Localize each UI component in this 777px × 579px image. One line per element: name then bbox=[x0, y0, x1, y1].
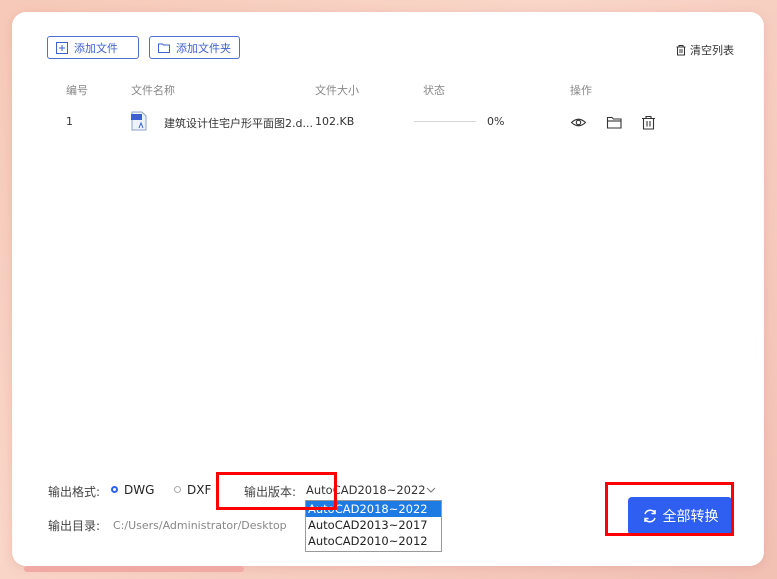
add-folder-button[interactable]: 添加文件夹 bbox=[149, 36, 240, 59]
output-dir-label: 输出目录: bbox=[48, 519, 101, 533]
radio-dxf-label[interactable]: DXF bbox=[187, 483, 211, 497]
folder-icon[interactable] bbox=[606, 114, 623, 131]
header-file-size: 文件大小 bbox=[315, 84, 359, 97]
plus-square-icon bbox=[56, 41, 68, 54]
highlight-box-version bbox=[216, 472, 337, 510]
version-option[interactable]: AutoCAD2013~2017 bbox=[306, 517, 441, 533]
trash-icon bbox=[676, 45, 686, 56]
header-status: 状态 bbox=[423, 84, 445, 97]
radio-dwg[interactable] bbox=[111, 486, 118, 493]
highlight-box-convert bbox=[605, 482, 734, 536]
row-index: 1 bbox=[66, 115, 73, 128]
radio-dxf[interactable] bbox=[174, 486, 181, 493]
progress-strip bbox=[24, 566, 244, 572]
file-name: 建筑设计住宅户形平面图2.d... bbox=[164, 117, 313, 130]
eye-icon[interactable] bbox=[570, 114, 587, 131]
add-folder-label: 添加文件夹 bbox=[176, 41, 231, 55]
progress-percent: 0% bbox=[487, 115, 505, 128]
folder-icon bbox=[158, 43, 170, 53]
chevron-down-icon bbox=[426, 487, 436, 493]
output-format-label: 输出格式: bbox=[48, 485, 101, 499]
file-size: 102.KB bbox=[315, 115, 355, 128]
trash-icon[interactable] bbox=[640, 114, 657, 131]
add-file-button[interactable]: 添加文件 bbox=[47, 36, 139, 59]
header-file-name: 文件名称 bbox=[131, 84, 175, 97]
dwg-file-icon bbox=[131, 111, 147, 131]
radio-dwg-label[interactable]: DWG bbox=[124, 483, 154, 497]
clear-list-button[interactable]: 清空列表 bbox=[675, 42, 734, 58]
header-actions: 操作 bbox=[570, 84, 592, 97]
header-index: 编号 bbox=[66, 84, 88, 97]
output-dir-path[interactable]: C:/Users/Administrator/Desktop bbox=[113, 519, 287, 532]
progress-bar bbox=[414, 121, 476, 122]
clear-list-label: 清空列表 bbox=[690, 44, 734, 57]
version-option[interactable]: AutoCAD2010~2012 bbox=[306, 533, 441, 549]
add-file-label: 添加文件 bbox=[74, 41, 118, 55]
